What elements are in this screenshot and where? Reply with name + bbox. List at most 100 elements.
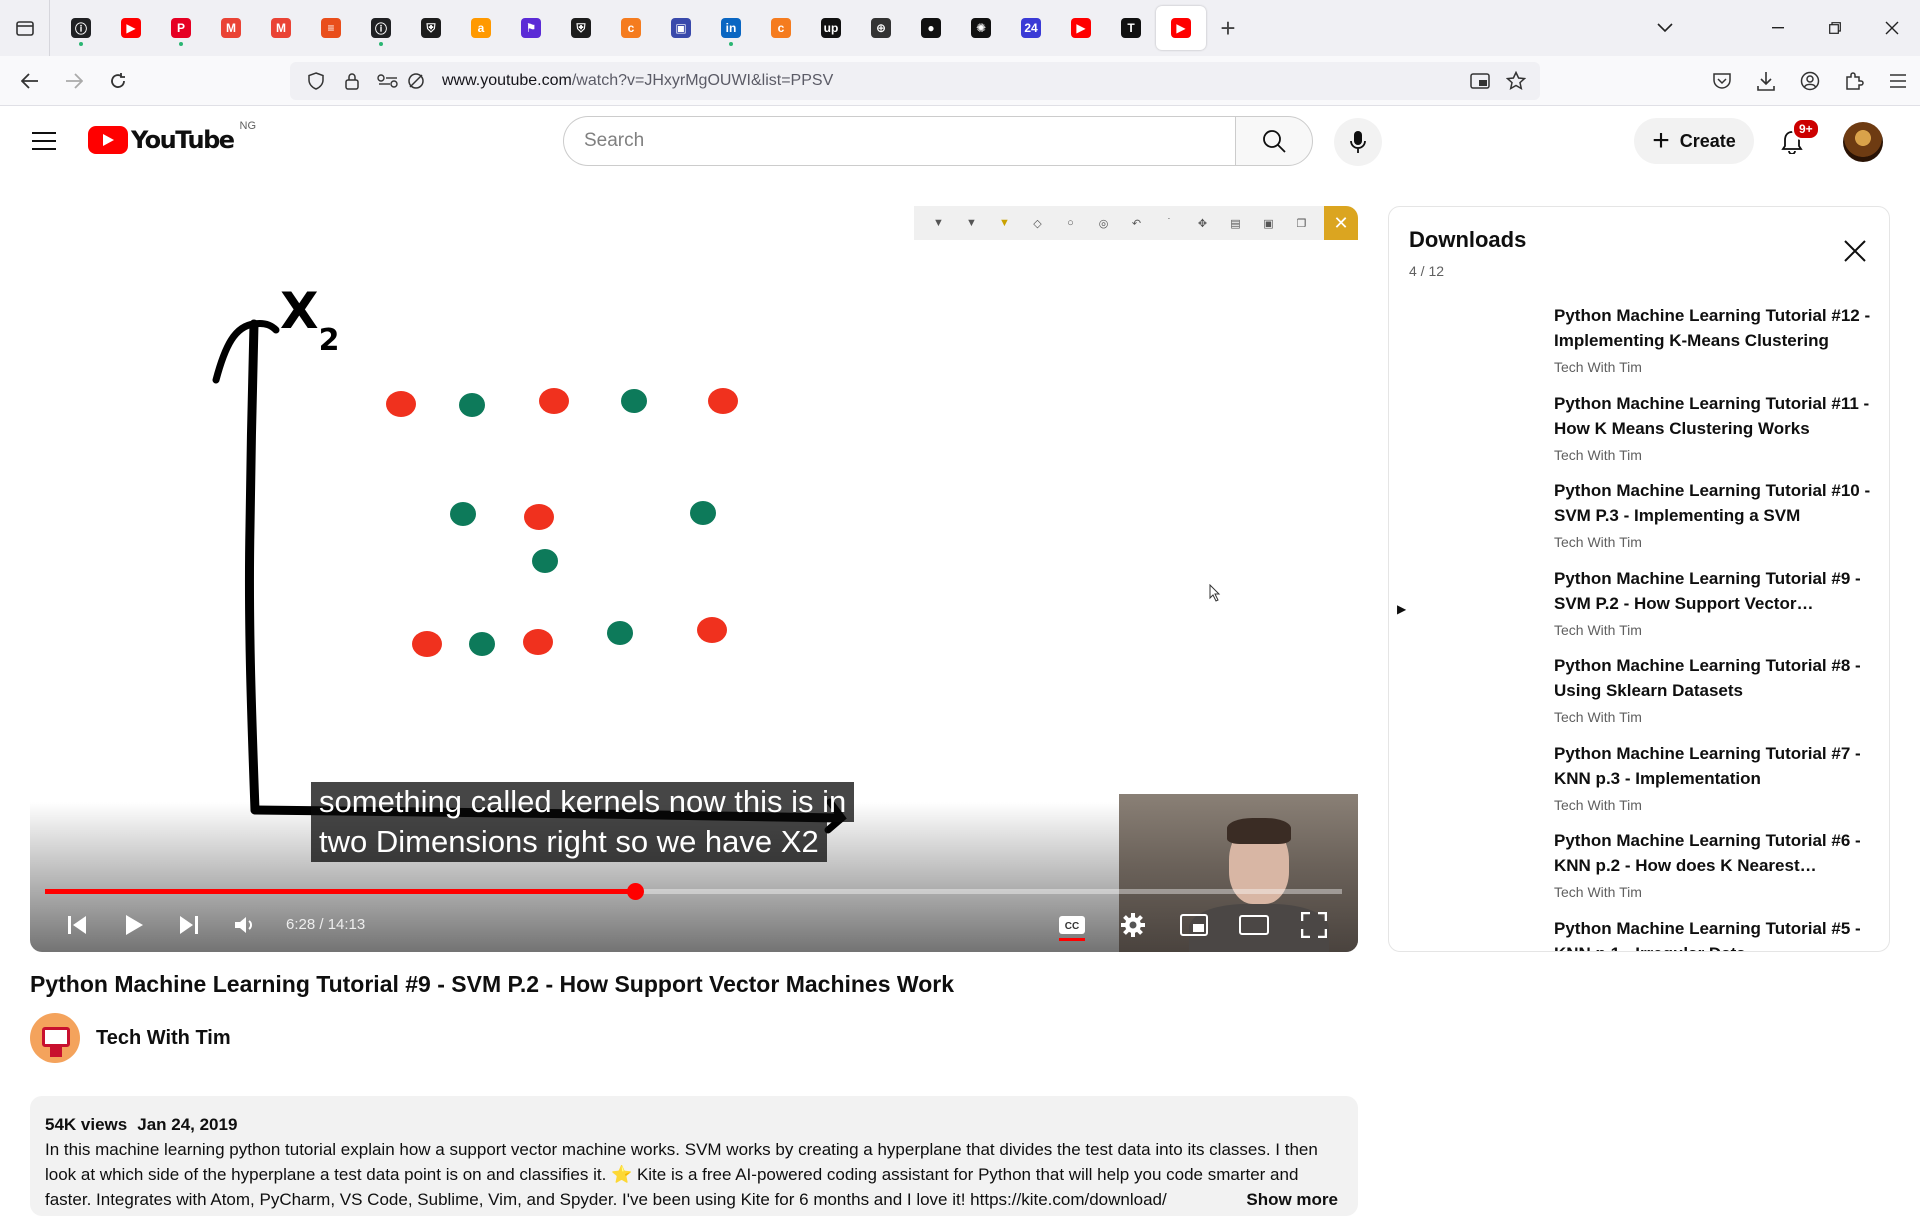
browser-tab[interactable]: ● xyxy=(906,6,956,50)
pocket-button[interactable] xyxy=(1700,59,1744,103)
browser-tab[interactable]: ⊕ xyxy=(856,6,906,50)
browser-tab[interactable]: a xyxy=(456,6,506,50)
settings-button[interactable] xyxy=(1111,903,1155,947)
downloads-button[interactable] xyxy=(1744,59,1788,103)
previous-button[interactable] xyxy=(55,903,99,947)
browser-tab[interactable]: ⓘ xyxy=(56,6,106,50)
playlist-item[interactable]: Python Machine Learning Tutorial #6 - KN… xyxy=(1389,828,1889,916)
shield-icon[interactable] xyxy=(298,63,334,99)
fullscreen-button[interactable] xyxy=(1292,903,1336,947)
search-input[interactable] xyxy=(563,116,1235,166)
browser-tab[interactable]: c xyxy=(606,6,656,50)
browser-tab[interactable]: ⛨ xyxy=(556,6,606,50)
playlist-item[interactable]: Python Machine Learning Tutorial #11 - H… xyxy=(1389,391,1889,479)
guide-menu-button[interactable] xyxy=(28,128,60,154)
eraser-icon[interactable]: ◇ xyxy=(1021,213,1054,233)
forward-button[interactable] xyxy=(52,61,96,101)
redo-icon[interactable]: ˙ xyxy=(1153,213,1186,233)
video-player[interactable]: X2 ▼ ▼ ▼ ◇ ○ ◎ ↶ ˙ ✥ ▤ ▣ ❐ ➚ ✕ something… xyxy=(30,206,1358,952)
close-panel-button[interactable] xyxy=(1837,233,1873,269)
lock-icon[interactable] xyxy=(334,63,370,99)
voice-search-button[interactable] xyxy=(1334,118,1382,166)
playlist-item-thumbnail[interactable] xyxy=(1417,922,1567,952)
minimize-button[interactable] xyxy=(1749,0,1806,56)
bookmark-star-button[interactable] xyxy=(1498,63,1534,99)
browser-tab[interactable]: ⚑ xyxy=(506,6,556,50)
restore-button[interactable] xyxy=(1806,0,1863,56)
extensions-button[interactable] xyxy=(1832,59,1876,103)
playlist-item-thumbnail[interactable] xyxy=(1417,747,1567,823)
undo-icon[interactable]: ↶ xyxy=(1120,213,1153,233)
create-button[interactable]: + Create xyxy=(1634,118,1754,164)
tab-overflow-button[interactable] xyxy=(1636,0,1693,56)
browser-tab[interactable]: M xyxy=(256,6,306,50)
copy-icon[interactable]: ❐ xyxy=(1285,213,1318,233)
user-avatar[interactable] xyxy=(1843,122,1883,162)
reload-button[interactable] xyxy=(96,61,140,101)
playlist-item-thumbnail[interactable] xyxy=(1417,309,1567,385)
close-window-button[interactable] xyxy=(1863,0,1920,56)
playlist-item-thumbnail[interactable] xyxy=(1417,484,1567,560)
browser-tab[interactable]: up xyxy=(806,6,856,50)
playlist-item[interactable]: ▶ Python Machine Learning Tutorial #9 - S… xyxy=(1389,566,1889,654)
pen-tool-icon[interactable]: ▼ xyxy=(955,213,988,233)
browser-tab[interactable]: ▣ xyxy=(656,6,706,50)
now-playing-icon: ▶ xyxy=(1397,601,1407,616)
arrow-left-icon xyxy=(21,72,38,89)
browser-tab[interactable]: in xyxy=(706,6,756,50)
search-button[interactable] xyxy=(1235,116,1313,166)
browser-tab[interactable]: ✺ xyxy=(956,6,1006,50)
miniplayer-button[interactable] xyxy=(1172,903,1216,947)
playlist-item-thumbnail[interactable] xyxy=(1417,572,1567,648)
browser-tab[interactable]: T xyxy=(1106,6,1156,50)
info-icon: ⓘ xyxy=(71,18,91,38)
browser-tab[interactable]: 24 xyxy=(1006,6,1056,50)
back-button[interactable] xyxy=(8,61,52,101)
move-icon[interactable]: ✥ xyxy=(1186,213,1219,233)
close-icon xyxy=(1885,21,1898,35)
progress-bar[interactable] xyxy=(45,883,1342,900)
clear-icon[interactable]: ▤ xyxy=(1219,213,1252,233)
browser-tab[interactable]: ≡ xyxy=(306,6,356,50)
browser-tab[interactable]: P xyxy=(156,6,206,50)
playlist-item-thumbnail[interactable] xyxy=(1417,659,1567,735)
tab-list-button[interactable] xyxy=(0,0,50,56)
channel-name[interactable]: Tech With Tim xyxy=(96,1027,231,1050)
account-button[interactable] xyxy=(1788,59,1832,103)
pen-tool-icon[interactable]: ▼ xyxy=(922,213,955,233)
close-icon[interactable]: ✕ xyxy=(1324,206,1358,240)
save-icon[interactable]: ▣ xyxy=(1252,213,1285,233)
browser-tab[interactable]: ⓘ xyxy=(356,6,406,50)
highlighter-icon[interactable]: ▼ xyxy=(988,213,1021,233)
play-button[interactable] xyxy=(112,903,156,947)
playlist-item-thumbnail[interactable] xyxy=(1417,834,1567,910)
channel-avatar[interactable] xyxy=(30,1013,80,1063)
playlist-item-thumbnail[interactable] xyxy=(1417,397,1567,473)
playlist-item[interactable]: Python Machine Learning Tutorial #7 - KN… xyxy=(1389,741,1889,829)
browser-tab[interactable]: ▶ xyxy=(1156,6,1206,50)
pointer-icon[interactable]: ◎ xyxy=(1087,213,1120,233)
browser-tab[interactable]: c xyxy=(756,6,806,50)
tracking-blocked-icon[interactable] xyxy=(398,63,434,99)
subtitles-button[interactable]: CC xyxy=(1050,903,1094,947)
browser-tab[interactable]: ▶ xyxy=(106,6,156,50)
picture-in-picture-url-button[interactable] xyxy=(1462,63,1498,99)
browser-tab[interactable]: M xyxy=(206,6,256,50)
red-data-point xyxy=(539,388,569,414)
playlist-item[interactable]: Python Machine Learning Tutorial #12 - I… xyxy=(1389,303,1889,391)
browser-tab[interactable]: ▶ xyxy=(1056,6,1106,50)
mute-button[interactable] xyxy=(223,903,267,947)
youtube-logo[interactable]: YouTube NG xyxy=(88,120,256,154)
new-tab-button[interactable]: + xyxy=(1206,6,1250,50)
playlist-item[interactable]: Python Machine Learning Tutorial #10 - S… xyxy=(1389,478,1889,566)
playlist-item[interactable]: Python Machine Learning Tutorial #5 - KN… xyxy=(1389,916,1889,952)
browser-tab[interactable]: ⛨ xyxy=(406,6,456,50)
create-label: Create xyxy=(1679,130,1736,151)
shape-icon[interactable]: ○ xyxy=(1054,213,1087,233)
theater-mode-button[interactable] xyxy=(1232,903,1276,947)
address-bar[interactable]: www.youtube.com/watch?v=JHxyrMgOUWI&list… xyxy=(290,62,1540,100)
playlist-item[interactable]: Python Machine Learning Tutorial #8 - Us… xyxy=(1389,653,1889,741)
app-menu-button[interactable] xyxy=(1876,59,1920,103)
description-box[interactable]: 54K views Jan 24, 2019 In this machine le… xyxy=(30,1096,1358,1216)
next-button[interactable] xyxy=(167,903,211,947)
